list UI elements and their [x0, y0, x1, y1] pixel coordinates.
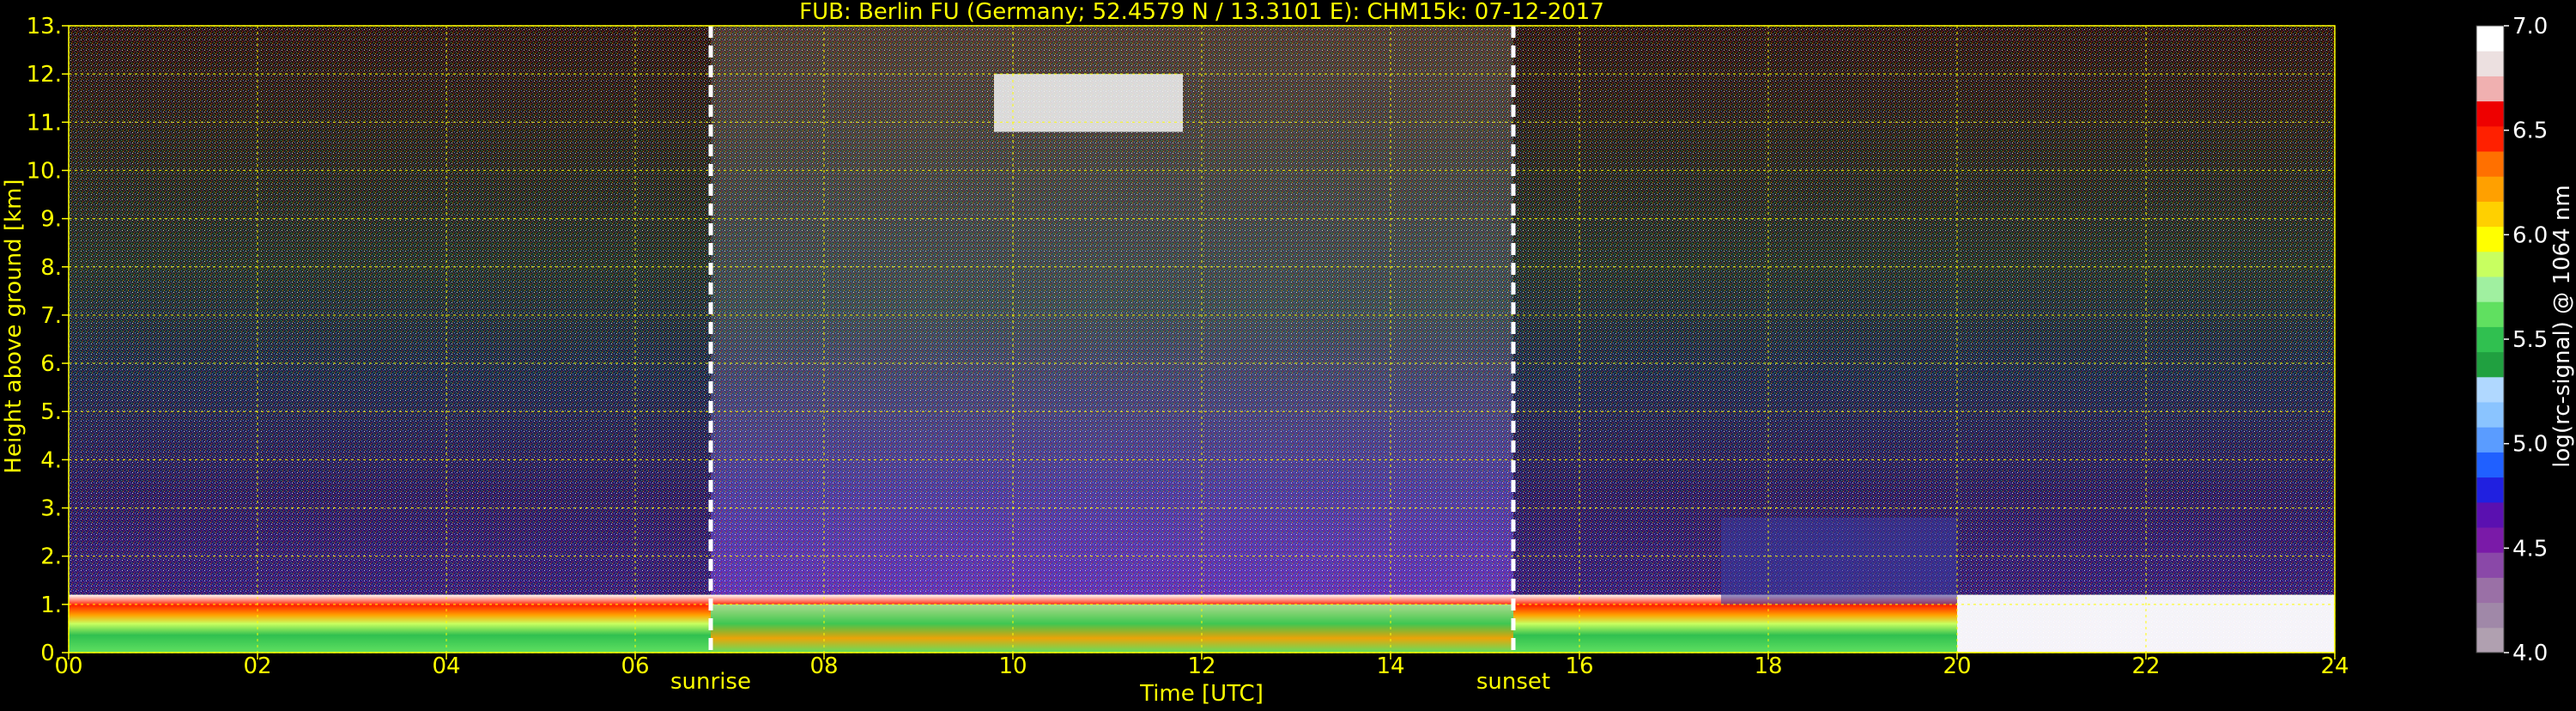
y-tick-label: 13.: [27, 14, 62, 40]
colorbar-tick-label: 6.0: [2512, 222, 2548, 248]
colorbar-swatch: [2476, 577, 2504, 604]
colorbar-tick-label: 6.5: [2512, 118, 2548, 144]
colorbar-swatch: [2476, 276, 2504, 302]
y-tick-label: 2.: [40, 544, 62, 570]
colorbar-swatch: [2476, 427, 2504, 453]
colorbar-swatch: [2476, 402, 2504, 428]
y-tick-label: 1.: [40, 592, 62, 618]
y-tick-label: 10.: [27, 158, 62, 184]
x-tick-label: 14: [1376, 653, 1404, 679]
colorbar-tick-label: 4.0: [2512, 641, 2548, 666]
x-tick-label: 18: [1754, 653, 1782, 679]
y-tick-label: 8.: [40, 255, 62, 281]
x-tick-label: 06: [621, 653, 649, 679]
x-axis-label: Time [UTC]: [1139, 681, 1264, 707]
colorbar-tick-label: 5.0: [2512, 432, 2548, 458]
colorbar-swatch: [2476, 501, 2504, 528]
y-tick-label: 0.: [40, 641, 62, 666]
colorbar-tick-label: 5.5: [2512, 327, 2548, 353]
y-tick-label: 12.: [27, 62, 62, 88]
colorbar-label: log(rc-signal) @ 1064 nm: [2549, 185, 2575, 467]
colorbar-swatch: [2476, 26, 2504, 52]
colorbar: 4.0 4.5 5.0 5.5 6.0 6.5 7.0: [2476, 14, 2548, 666]
x-tick-label: 04: [432, 653, 460, 679]
colorbar-swatch: [2476, 201, 2504, 228]
colorbar-tick-label: 4.5: [2512, 536, 2548, 562]
colorbar-tick-label: 7.0: [2512, 14, 2548, 40]
sunset-label: sunset: [1476, 669, 1550, 695]
lidar-quicklook-chart: sunrise sunset 00 02 04 06 08 10 12 14 16 18 20 22 24…: [0, 0, 2576, 708]
x-tick-label: 12: [1187, 653, 1215, 679]
y-tick-label: 11.: [27, 110, 62, 136]
colorbar-swatch: [2476, 100, 2504, 127]
colorbar-swatch: [2476, 176, 2504, 202]
y-tick-label: 7.: [40, 303, 62, 329]
colorbar-swatch: [2476, 602, 2504, 629]
colorbar-swatch: [2476, 452, 2504, 478]
x-tick-label: 02: [243, 653, 271, 679]
x-tick-label: 22: [2131, 653, 2160, 679]
colorbar-swatch: [2476, 552, 2504, 578]
colorbar-swatch: [2476, 301, 2504, 327]
y-tick-label: 3.: [40, 496, 62, 522]
sunrise-label: sunrise: [670, 669, 751, 695]
colorbar-swatch: [2476, 376, 2504, 403]
colorbar-swatch: [2476, 151, 2504, 177]
feature-cirrus: [994, 74, 1183, 132]
y-tick-label: 6.: [40, 351, 62, 377]
y-tick-label: 9.: [40, 207, 62, 233]
x-tick-label: 24: [2320, 653, 2349, 679]
colorbar-swatch: [2476, 125, 2504, 152]
colorbar-swatch: [2476, 627, 2504, 653]
colorbar-swatch: [2476, 51, 2504, 76]
colorbar-swatch: [2476, 76, 2504, 102]
x-tick-label: 20: [1943, 653, 1971, 679]
colorbar-swatch: [2476, 226, 2504, 252]
colorbar-swatch: [2476, 351, 2504, 378]
x-tick-label: 10: [998, 653, 1027, 679]
chart-title: FUB: Berlin FU (Germany; 52.4579 N / 13.…: [799, 0, 1604, 25]
plot-svg: sunrise sunset 00 02 04 06 08 10 12 14 16 18 20 22 24…: [1, 0, 2575, 707]
boundary-layer-day: [711, 604, 1513, 653]
x-tick-label: 08: [809, 653, 838, 679]
colorbar-swatch: [2476, 527, 2504, 553]
colorbar-swatch: [2476, 251, 2504, 277]
feature-low-cloud: [1721, 517, 1957, 605]
colorbar-swatch: [2476, 477, 2504, 503]
x-tick-label: 16: [1565, 653, 1593, 679]
y-axis-label: Height above ground [km]: [1, 179, 27, 473]
colorbar-swatch: [2476, 326, 2504, 353]
y-tick-label: 4.: [40, 447, 62, 473]
y-tick-label: 5.: [40, 399, 62, 425]
